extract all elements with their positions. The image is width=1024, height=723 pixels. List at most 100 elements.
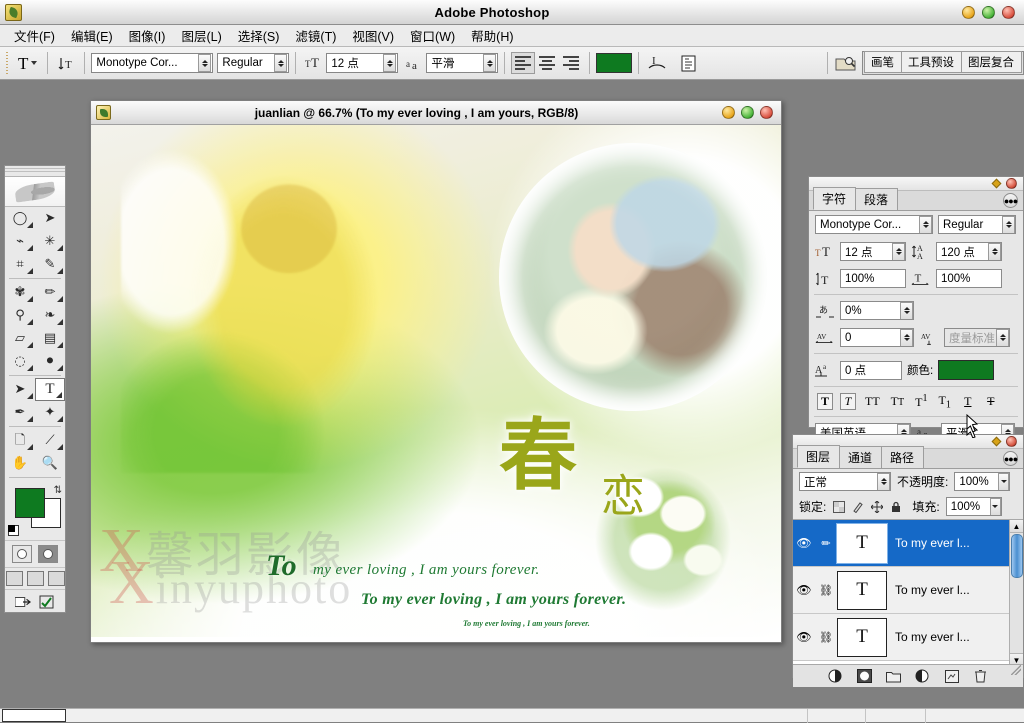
file-browser-icon[interactable] <box>834 52 858 74</box>
toolbox-grip[interactable] <box>5 166 65 177</box>
brush-tool[interactable]: ✏ <box>35 281 65 304</box>
slice-tool[interactable]: ✎ <box>35 253 65 276</box>
lock-all-icon[interactable] <box>889 500 902 513</box>
fill-slider-arrow-icon[interactable] <box>990 498 1001 516</box>
chevron-down-icon[interactable] <box>274 54 287 72</box>
char-font-family-select[interactable]: Monotype Cor... <box>815 215 933 234</box>
layer-name[interactable]: To my ever l... <box>895 536 970 550</box>
char-tracking-input[interactable]: 0 <box>840 328 914 347</box>
chevron-down-icon[interactable] <box>877 473 890 491</box>
chevron-down-icon[interactable] <box>996 329 1009 347</box>
eraser-tool[interactable]: ▱ <box>5 327 35 350</box>
char-tsume-input[interactable]: 0% <box>840 301 914 320</box>
lock-image-icon[interactable] <box>851 500 864 513</box>
font-family-select[interactable]: Monotype Cor... <box>91 53 213 73</box>
foreground-color-swatch[interactable] <box>15 488 45 518</box>
layer-name[interactable]: To my ever l... <box>895 630 970 644</box>
menu-edit[interactable]: 编辑(E) <box>63 24 121 47</box>
all-caps-button[interactable]: TT <box>863 393 882 410</box>
layer-list[interactable]: 👁 ✏ T To my ever l... 👁 ⛓ T To my ever l… <box>793 519 1023 665</box>
crop-tool[interactable]: ⌗ <box>5 253 35 276</box>
chevron-down-icon[interactable] <box>198 54 211 72</box>
chevron-down-icon[interactable] <box>919 216 932 234</box>
dodge-tool[interactable]: ⚫ <box>35 350 65 373</box>
gradient-tool[interactable]: ▤ <box>35 327 65 350</box>
table-row[interactable]: 👁 ⛓ T To my ever l... <box>793 614 1023 661</box>
char-horizontal-scale-input[interactable]: 100% <box>936 269 1002 288</box>
scrollbar-thumb[interactable] <box>1011 534 1023 578</box>
healing-brush-tool[interactable]: ✾ <box>5 281 35 304</box>
opacity-input[interactable]: 100% <box>954 472 1010 491</box>
default-colors-icon[interactable] <box>8 525 19 536</box>
tab-character[interactable]: 字符 <box>813 187 856 210</box>
faux-italic-button[interactable]: T <box>840 393 856 410</box>
menu-image[interactable]: 图像(I) <box>121 24 174 47</box>
current-tool-button[interactable]: T <box>14 53 41 74</box>
small-caps-button[interactable]: TT <box>889 393 906 410</box>
layer-thumbnail[interactable]: T <box>837 571 887 610</box>
swap-colors-icon[interactable]: ⇅ <box>54 485 62 496</box>
align-center-button[interactable] <box>535 52 559 74</box>
lasso-tool[interactable]: ⌁ <box>5 230 35 253</box>
image-canvas[interactable]: X馨羽影像 Xinyuphoto 春 恋 To my ever loving ,… <box>91 125 781 637</box>
table-row[interactable]: 👁 ⛓ T To my ever l... <box>793 567 1023 614</box>
document-minimize-button[interactable] <box>722 106 735 119</box>
new-group-icon[interactable] <box>886 669 902 684</box>
stepper-icon[interactable] <box>900 329 913 347</box>
stepper-icon[interactable] <box>900 302 913 320</box>
font-size-input[interactable]: 12 点 <box>326 53 398 73</box>
menu-layer[interactable]: 图层(L) <box>173 24 229 47</box>
menu-file[interactable]: 文件(F) <box>6 24 63 47</box>
char-kerning-select[interactable]: 度量标准 <box>944 328 1010 347</box>
pen-tool[interactable]: ✒ <box>5 401 35 424</box>
fill-input[interactable]: 100% <box>946 497 1002 516</box>
blur-tool[interactable]: ◌ <box>5 350 35 373</box>
menu-help[interactable]: 帮助(H) <box>463 24 521 47</box>
layer-link-icon[interactable]: ⛓ <box>815 584 837 597</box>
warp-text-icon[interactable]: I <box>645 52 669 74</box>
tab-paths[interactable]: 路径 <box>881 446 924 468</box>
tab-layers[interactable]: 图层 <box>797 445 840 468</box>
layer-list-scrollbar[interactable]: ▲ ▼ <box>1009 520 1023 665</box>
align-left-button[interactable] <box>511 52 535 74</box>
layer-name[interactable]: To my ever l... <box>895 583 970 597</box>
scroll-down-arrow-icon[interactable]: ▼ <box>1010 653 1023 665</box>
stepper-icon[interactable] <box>988 243 1001 261</box>
character-panel-close-button[interactable] <box>1006 178 1017 189</box>
collapse-icon[interactable] <box>992 437 1002 447</box>
layer-visibility-icon[interactable]: 👁 <box>793 536 815 550</box>
layers-panel-close-button[interactable] <box>1006 436 1017 447</box>
quick-mask-mode-button[interactable] <box>38 545 58 563</box>
document-close-button[interactable] <box>760 106 773 119</box>
menu-filter[interactable]: 滤镜(T) <box>287 24 344 47</box>
menu-select[interactable]: 选择(S) <box>230 24 288 47</box>
eyedropper-tool[interactable]: ⟋ <box>35 429 65 452</box>
table-row[interactable]: 👁 ✏ T To my ever l... <box>793 520 1023 567</box>
stepper-icon[interactable] <box>892 243 905 261</box>
text-orientation-icon[interactable]: T <box>54 52 78 74</box>
magic-wand-tool[interactable]: ✳ <box>35 230 65 253</box>
delete-layer-icon[interactable] <box>973 669 989 684</box>
tab-channels[interactable]: 通道 <box>839 446 882 468</box>
type-tool[interactable]: T <box>35 378 65 401</box>
layer-brush-icon[interactable]: ✏ <box>815 537 837 550</box>
opacity-slider-arrow-icon[interactable] <box>998 473 1009 491</box>
char-baseline-shift-input[interactable]: 0 点 <box>840 361 902 380</box>
anti-alias-select[interactable]: 平滑 <box>426 53 498 73</box>
standard-screen-mode-button[interactable] <box>6 571 23 586</box>
layer-style-icon[interactable] <box>828 669 844 684</box>
lock-position-icon[interactable] <box>870 500 883 513</box>
layer-link-icon[interactable]: ⛓ <box>815 631 837 644</box>
menu-window[interactable]: 窗口(W) <box>402 24 463 47</box>
char-vertical-scale-input[interactable]: 100% <box>840 269 906 288</box>
tab-paragraph[interactable]: 段落 <box>855 188 898 210</box>
palette-tab-brushes[interactable]: 画笔 <box>864 51 901 73</box>
layer-visibility-icon[interactable]: 👁 <box>793 630 815 644</box>
full-screen-mode-button[interactable] <box>48 571 65 586</box>
hand-tool[interactable]: ✋ <box>5 452 35 475</box>
panel-menu-icon[interactable]: ●●● <box>1003 193 1018 208</box>
faux-bold-button[interactable]: T <box>817 393 833 410</box>
document-maximize-button[interactable] <box>741 106 754 119</box>
maximize-button[interactable] <box>982 6 995 19</box>
subscript-button[interactable]: T1 <box>936 393 952 410</box>
